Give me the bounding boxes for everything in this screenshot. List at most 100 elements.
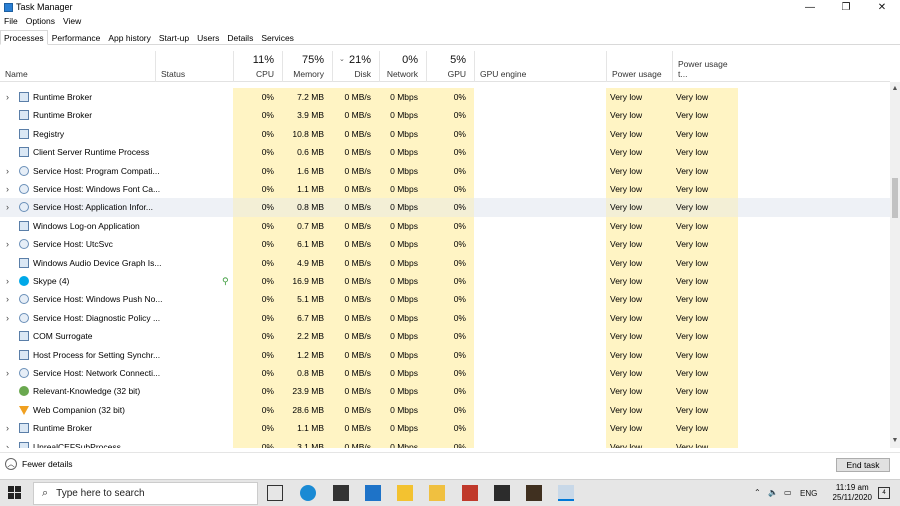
language-indicator[interactable]: ENG xyxy=(800,489,817,498)
table-row[interactable]: Windows Log-on Application 0% 0.7 MB 0 MB/s… xyxy=(0,216,890,236)
col-memory[interactable]: 75% Memory xyxy=(282,51,332,82)
menu-options[interactable]: Options xyxy=(22,16,59,26)
table-row[interactable]: › Service Host: Program Compati... 0% 1.6 M… xyxy=(0,161,890,180)
scroll-down-icon[interactable]: ▼ xyxy=(890,436,900,446)
chevron-right-icon[interactable]: › xyxy=(6,290,14,308)
power-trend-cell: Very low xyxy=(672,161,738,180)
table-row[interactable]: › Skype (4) ⚲ 0% 16.9 MB 0 MB/s 0 Mbps 0% Very l… xyxy=(0,272,890,291)
gpu-cell: 0% xyxy=(426,345,474,364)
close-button[interactable]: ✕ xyxy=(864,0,900,14)
table-row[interactable]: Registry 0% 10.8 MB 0 MB/s 0 Mbps 0% Very low V… xyxy=(0,124,890,144)
table-row[interactable]: COM Surrogate 0% 2.2 MB 0 MB/s 0 Mbps 0% Very … xyxy=(0,327,890,346)
half-life-icon[interactable] xyxy=(462,485,478,501)
chevron-right-icon[interactable]: › xyxy=(6,309,14,327)
network-cell: 0 Mbps xyxy=(379,364,426,383)
scroll-thumb[interactable] xyxy=(892,178,898,218)
chevron-right-icon[interactable]: › xyxy=(6,364,14,382)
table-row[interactable]: › Service Host: Network Connecti... 0% 0.8 … xyxy=(0,364,890,383)
edge-browser-icon[interactable] xyxy=(300,485,316,501)
cpu-cell: 0% xyxy=(233,106,282,125)
chevron-right-icon[interactable]: › xyxy=(6,162,14,180)
power-trend-cell: Very low xyxy=(672,216,738,236)
tab-details[interactable]: Details xyxy=(223,30,257,45)
tab-users[interactable]: Users xyxy=(193,30,223,45)
col-cpu[interactable]: 11% CPU xyxy=(233,51,282,82)
taskbar-search-box[interactable]: ⌕ Type here to search xyxy=(33,482,258,505)
gpu-cell: 0% xyxy=(426,253,474,272)
table-row[interactable]: Windows Audio Device Graph Is... 0% 4.9 MB… xyxy=(0,253,890,272)
col-power-usage[interactable]: Power usage xyxy=(606,51,672,82)
power-usage-cell: Very low xyxy=(606,364,672,383)
table-row[interactable]: › Service Host: Windows Font Ca... 0% 1.1 M… xyxy=(0,180,890,199)
fewer-details-button[interactable]: ︿ Fewer details xyxy=(5,458,73,470)
tab-performance[interactable]: Performance xyxy=(48,30,105,45)
cpu-cell: 0% xyxy=(233,161,282,180)
chevron-right-icon[interactable]: › xyxy=(6,272,14,290)
col-gpu[interactable]: 5% GPU xyxy=(426,51,474,82)
table-row[interactable]: Runtime Broker 0% 3.9 MB 0 MB/s 0 Mbps 0% Very… xyxy=(0,106,890,125)
menu-file[interactable]: File xyxy=(0,16,22,26)
end-task-button[interactable]: End task xyxy=(836,458,890,472)
minimize-button[interactable]: — xyxy=(792,0,828,14)
col-gpu-engine[interactable]: GPU engine xyxy=(474,51,606,82)
power-usage-cell: Very low xyxy=(606,106,672,125)
col-power-trend[interactable]: Power usage t... xyxy=(672,51,738,82)
menu-view[interactable]: View xyxy=(59,16,85,26)
cpu-cell: 0% xyxy=(233,290,282,309)
col-disk[interactable]: ⌄ 21% Disk xyxy=(332,51,379,82)
store-icon[interactable] xyxy=(333,485,349,501)
sticky-notes-icon[interactable] xyxy=(397,485,413,501)
process-table: › Runtime Broker 0% 7.2 MB 0 MB/s 0 Mbps 0% Ver… xyxy=(0,82,890,448)
table-row[interactable]: Web Companion (32 bit) 0% 28.6 MB 0 MB/s 0 M… xyxy=(0,400,890,420)
table-row[interactable]: › Service Host: UtcSvc 0% 6.1 MB 0 MB/s 0 Mbp… xyxy=(0,235,890,254)
process-name: Client Server Runtime Process xyxy=(33,147,150,158)
col-status[interactable]: Status xyxy=(155,51,233,82)
chevron-right-icon[interactable]: › xyxy=(6,419,14,437)
game-app-icon[interactable] xyxy=(494,485,510,501)
table-row[interactable]: › Runtime Broker 0% 1.1 MB 0 MB/s 0 Mbps 0% Ver… xyxy=(0,419,890,438)
chevron-right-icon[interactable]: › xyxy=(6,235,14,253)
cpu-cell: 0% xyxy=(233,345,282,364)
process-name: Windows Audio Device Graph Is... xyxy=(33,257,162,268)
network-cell: 0 Mbps xyxy=(379,327,426,346)
table-row[interactable]: Relevant-Knowledge (32 bit) 0% 23.9 MB 0 MB… xyxy=(0,382,890,401)
table-row[interactable]: › Service Host: Diagnostic Policy ... 0% 6.… xyxy=(0,308,890,328)
memory-total: 75% xyxy=(301,54,324,66)
chevron-right-icon[interactable]: › xyxy=(6,88,14,106)
chevron-right-icon[interactable]: › xyxy=(6,198,14,216)
windows-start-icon[interactable] xyxy=(8,486,22,500)
maximize-button[interactable]: ❐ xyxy=(828,0,864,14)
power-trend-cell: Very low xyxy=(672,235,738,254)
task-view-icon[interactable] xyxy=(267,485,283,501)
file-explorer-icon[interactable] xyxy=(429,485,445,501)
col-network[interactable]: 0% Network xyxy=(379,51,426,82)
table-row[interactable]: › UnrealCEFSubProcess 0% 3.1 MB 0 MB/s 0 Mbps… xyxy=(0,437,890,448)
chevron-up-icon[interactable]: ⌃ xyxy=(754,488,761,497)
table-row[interactable]: › Service Host: Windows Push No... 0% 5.1 M… xyxy=(0,290,890,309)
speaker-icon[interactable]: 🔈 xyxy=(768,488,778,497)
tab-services[interactable]: Services xyxy=(257,30,298,45)
mail-icon[interactable] xyxy=(365,485,381,501)
tab-processes[interactable]: Processes xyxy=(0,30,48,45)
tab-app-history[interactable]: App history xyxy=(104,30,155,45)
table-row[interactable]: Host Process for Setting Synchr... 0% 1.2 … xyxy=(0,345,890,364)
chevron-right-icon[interactable]: › xyxy=(6,438,14,448)
process-gear-icon xyxy=(19,312,29,323)
tab-start-up[interactable]: Start-up xyxy=(155,30,193,45)
disk-cell: 0 MB/s xyxy=(332,345,379,364)
notification-center-icon[interactable]: 4 xyxy=(878,487,890,499)
col-name[interactable]: Name xyxy=(0,51,155,82)
vertical-scrollbar[interactable]: ▲ ▼ xyxy=(890,82,900,448)
scroll-up-icon[interactable]: ▲ xyxy=(890,84,900,94)
table-row[interactable]: › Service Host: Application Infor... 0% 0.8… xyxy=(0,198,890,217)
chevron-right-icon[interactable]: › xyxy=(6,180,14,198)
game-launcher-icon[interactable] xyxy=(526,485,542,501)
table-row[interactable]: Client Server Runtime Process 0% 0.6 MB 0 M… xyxy=(0,143,890,162)
task-manager-taskbar-icon[interactable] xyxy=(558,485,574,501)
taskbar-clock[interactable]: 11:19 am 25/11/2020 xyxy=(833,483,872,503)
gpu-cell: 0% xyxy=(426,400,474,420)
disk-cell: 0 MB/s xyxy=(332,364,379,383)
table-row[interactable]: › Runtime Broker 0% 7.2 MB 0 MB/s 0 Mbps 0% Ver… xyxy=(0,88,890,107)
memory-cell: 10.8 MB xyxy=(282,124,332,144)
network-icon[interactable]: ▭ xyxy=(784,488,792,497)
